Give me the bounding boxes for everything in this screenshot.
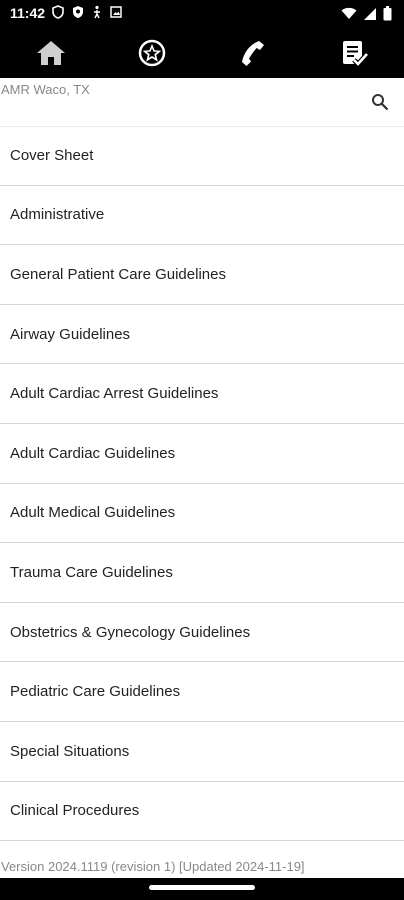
checklist-icon (342, 41, 369, 68)
phone-icon (241, 41, 264, 66)
list-item-label: Adult Cardiac Guidelines (10, 444, 176, 462)
star-icon (138, 39, 165, 67)
list-item-label: Adult Medical Guidelines (10, 504, 176, 522)
tab-bar (0, 28, 404, 106)
list-item-administrative[interactable]: Administrative (0, 185, 404, 246)
status-system-icons (341, 6, 392, 21)
search-icon (372, 94, 389, 111)
main-content: AMR Waco, TX Cover Sheet Administrative … (0, 78, 404, 878)
list-item-pediatric-care[interactable]: Pediatric Care Guidelines (0, 662, 404, 722)
tab-home[interactable] (0, 28, 101, 78)
list-item-special-situations[interactable]: Special Situations (0, 721, 404, 782)
list-item-adult-medical[interactable]: Adult Medical Guidelines (0, 483, 404, 544)
status-time: 11:42 (10, 5, 46, 21)
status-bar: 11:42 (0, 0, 404, 28)
list-item-label: Obstetrics & Gynecology Guidelines (10, 623, 251, 641)
header-row: AMR Waco, TX (0, 78, 404, 126)
protocol-section-list: Cover Sheet Administrative General Patie… (0, 126, 404, 842)
list-item-label: Adult Cardiac Arrest Guidelines (10, 385, 219, 403)
tab-contacts[interactable] (202, 28, 303, 78)
list-item-airway[interactable]: Airway Guidelines (0, 304, 404, 365)
home-icon (36, 41, 65, 65)
shield-icon (52, 5, 64, 19)
list-item-trauma-care[interactable]: Trauma Care Guidelines (0, 543, 404, 603)
list-item-label: Airway Guidelines (10, 325, 131, 343)
list-item-adult-cardiac[interactable]: Adult Cardiac Guidelines (0, 423, 404, 484)
list-item-label: Administrative (10, 206, 105, 224)
list-item-label: General Patient Care Guidelines (10, 265, 226, 283)
list-item-label: Clinical Procedures (10, 802, 140, 820)
list-item-cover-sheet[interactable]: Cover Sheet (0, 126, 404, 186)
list-item-adult-cardiac-arrest[interactable]: Adult Cardiac Arrest Guidelines (0, 364, 404, 424)
home-gesture-handle[interactable] (149, 885, 255, 890)
tab-favorites[interactable] (101, 28, 202, 78)
battery-icon (383, 6, 392, 21)
tab-checklists[interactable] (303, 28, 404, 78)
search-button[interactable] (368, 90, 392, 114)
system-nav-bar (0, 878, 404, 900)
photo-icon (110, 6, 122, 18)
list-item-label: Trauma Care Guidelines (10, 563, 173, 581)
signal-icon (364, 7, 376, 20)
list-item-clinical-procedures[interactable]: Clinical Procedures (0, 781, 404, 842)
version-footer: Version 2024.1119 (revision 1) [Updated … (1, 859, 305, 874)
accessibility-icon (94, 5, 100, 19)
list-item-label: Cover Sheet (10, 147, 94, 165)
wifi-icon (341, 7, 357, 19)
status-notification-icons (52, 5, 122, 19)
shield-badge-icon (73, 6, 83, 18)
list-item-label: Special Situations (10, 742, 130, 760)
list-item-obstetrics-gynecology[interactable]: Obstetrics & Gynecology Guidelines (0, 602, 404, 663)
list-item-label: Pediatric Care Guidelines (10, 683, 181, 701)
list-item-general-patient-care[interactable]: General Patient Care Guidelines (0, 245, 404, 305)
agency-label: AMR Waco, TX (1, 82, 90, 97)
